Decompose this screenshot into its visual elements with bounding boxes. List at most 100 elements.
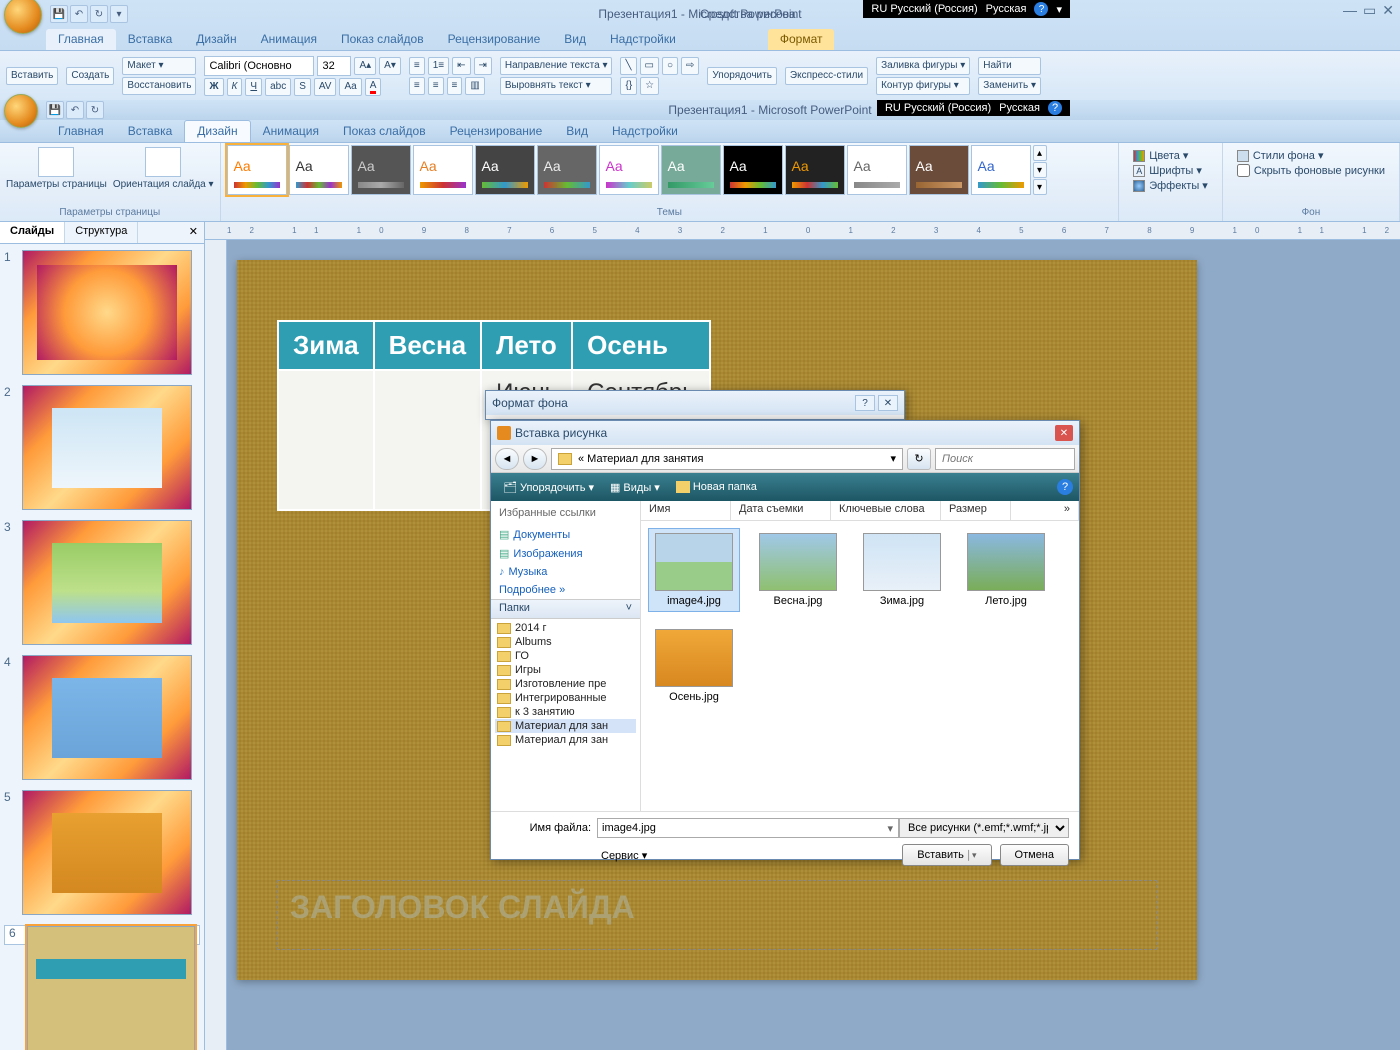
close-icon[interactable]: ✕ [1382, 2, 1394, 19]
file-item[interactable]: image4.jpg [649, 529, 739, 611]
close-icon[interactable]: ✕ [878, 395, 898, 411]
tab-home[interactable]: Главная [46, 29, 116, 50]
tab-review[interactable]: Рецензирование [436, 29, 553, 50]
address-bar[interactable]: « Материал для занятия▾ [551, 448, 903, 470]
views-button[interactable]: ▦Виды ▾ [604, 479, 666, 496]
spacing-icon[interactable]: AV [314, 78, 337, 96]
arrange-button[interactable]: Упорядочить [707, 67, 777, 85]
file-item[interactable]: Зима.jpg [857, 529, 947, 611]
tab2-animation[interactable]: Анимация [251, 121, 331, 142]
theme-item[interactable]: Aa [909, 145, 969, 195]
replace-button[interactable]: Заменить ▾ [978, 77, 1041, 95]
col-name[interactable]: Имя [641, 501, 731, 520]
themes-gallery[interactable]: Aa Aa Aa Aa Aa Aa Aa Aa Aa Aa Aa Aa Aa ▴… [227, 145, 1113, 195]
fonts-button[interactable]: AШрифты ▾ [1133, 164, 1208, 177]
tab-format[interactable]: Формат [768, 29, 835, 50]
effects-button[interactable]: Эффекты ▾ [1133, 179, 1208, 192]
italic-icon[interactable]: К [227, 78, 243, 96]
save-icon[interactable]: 💾 [50, 5, 68, 23]
shape-star-icon[interactable]: ☆ [640, 77, 659, 95]
col-date[interactable]: Дата съемки [731, 501, 831, 520]
tab2-view[interactable]: Вид [554, 121, 600, 142]
indent-dec-icon[interactable]: ⇤ [452, 57, 470, 75]
hide-bg-checkbox[interactable]: Скрыть фоновые рисунки [1237, 164, 1385, 177]
table-cell[interactable] [278, 370, 374, 510]
theme-item[interactable]: Aa [227, 145, 287, 195]
tree-item[interactable]: Материал для зан [495, 719, 636, 733]
tree-item[interactable]: 2014 г [495, 621, 636, 635]
fav-pictures[interactable]: ▤Изображения [499, 544, 632, 563]
maximize-icon[interactable]: ▭ [1363, 2, 1376, 19]
page-setup-button[interactable]: Параметры страницы [6, 145, 107, 190]
slide-thumb[interactable] [22, 520, 192, 645]
theme-item[interactable]: Aa [475, 145, 535, 195]
tree-item[interactable]: Изготовление пре [495, 677, 636, 691]
find-button[interactable]: Найти [978, 57, 1041, 75]
tab2-design[interactable]: Дизайн [184, 120, 250, 142]
shrink-font-icon[interactable]: A▾ [379, 57, 401, 75]
lang-ru[interactable]: RU Русский (Россия) [871, 3, 977, 15]
shape-rect-icon[interactable]: ▭ [640, 57, 659, 75]
theme-item[interactable]: Aa [351, 145, 411, 195]
tree-item[interactable]: Игры [495, 663, 636, 677]
strike-icon[interactable]: abc [265, 78, 291, 96]
tree-item[interactable]: Интегрированные [495, 691, 636, 705]
underline-icon[interactable]: Ч [245, 78, 262, 96]
colors-button[interactable]: Цвета ▾ [1133, 149, 1208, 162]
new-folder-button[interactable]: Новая папка [670, 479, 763, 495]
table-header[interactable]: Осень [572, 321, 710, 370]
shapes-gallery[interactable]: ╲ ▭ ○ ⇨ [620, 57, 699, 75]
gallery-up-icon[interactable]: ▴ [1033, 145, 1047, 161]
tree-item[interactable]: Материал для зан [495, 733, 636, 747]
tools-button[interactable]: Сервис ▾ [601, 849, 647, 862]
filename-dropdown-icon[interactable]: ▾ [887, 822, 893, 835]
minimize-icon[interactable]: — [1343, 2, 1357, 19]
quick-styles-button[interactable]: Экспресс-стили [785, 67, 868, 85]
theme-item[interactable]: Aa [661, 145, 721, 195]
paste-button[interactable]: Вставить [6, 67, 58, 85]
search-input[interactable] [935, 448, 1075, 470]
table-header[interactable]: Зима [278, 321, 374, 370]
shape-oval-icon[interactable]: ○ [662, 57, 678, 75]
slide-thumb[interactable] [22, 385, 192, 510]
tab-addins[interactable]: Надстройки [598, 29, 688, 50]
text-direction-button[interactable]: Направление текста ▾ [500, 57, 613, 75]
shape-arrow-icon[interactable]: ⇨ [681, 57, 699, 75]
forward-icon[interactable]: ► [523, 448, 547, 470]
filename-input[interactable] [597, 818, 899, 838]
font-size-combo[interactable] [317, 56, 351, 76]
shape-more-icon[interactable]: {} [620, 77, 637, 95]
help-icon[interactable]: ? [1034, 2, 1048, 16]
close-icon[interactable]: ✕ [1055, 425, 1073, 441]
align-left-icon[interactable]: ≡ [409, 77, 425, 95]
theme-item[interactable]: Aa [723, 145, 783, 195]
file-item[interactable]: Весна.jpg [753, 529, 843, 611]
tab2-home[interactable]: Главная [46, 121, 116, 142]
organize-button[interactable]: 🗂Упорядочить ▾ [497, 479, 600, 496]
font-combo[interactable] [204, 56, 314, 76]
horizontal-ruler[interactable]: 12 11 10 9 8 7 6 5 4 3 2 1 0 1 2 3 4 5 6… [205, 222, 1400, 240]
theme-item[interactable]: Aa [785, 145, 845, 195]
slide-thumb[interactable] [22, 250, 192, 375]
layout-button[interactable]: Макет ▾ [122, 57, 196, 75]
vertical-ruler[interactable] [205, 240, 227, 1050]
case-icon[interactable]: Aa [339, 78, 361, 96]
slide-thumb[interactable] [27, 926, 195, 1050]
language-bar[interactable]: RU Русский (Россия) Русская ?▾ [863, 0, 1070, 18]
shape-line-icon[interactable]: ╲ [620, 57, 636, 75]
theme-item[interactable]: Aa [847, 145, 907, 195]
help-icon-2[interactable]: ? [1048, 101, 1062, 115]
new-slide-button[interactable]: Создать [66, 67, 114, 85]
align-right-icon[interactable]: ≡ [447, 77, 463, 95]
align-center-icon[interactable]: ≡ [428, 77, 444, 95]
col-keywords[interactable]: Ключевые слова [831, 501, 941, 520]
indent-inc-icon[interactable]: ⇥ [474, 57, 492, 75]
numbering-icon[interactable]: 1≡ [428, 57, 449, 75]
filter-combo[interactable]: Все рисунки (*.emf;*.wmf;*.jpg; [899, 818, 1069, 838]
help-icon[interactable]: ? [1057, 479, 1073, 495]
shadow-icon[interactable]: S [294, 78, 311, 96]
fav-music[interactable]: ♪Музыка [499, 563, 632, 581]
file-grid[interactable]: image4.jpg Весна.jpg Зима.jpg Лето.jpg О… [641, 521, 1079, 811]
format-background-dialog[interactable]: Формат фона ?✕ [485, 390, 905, 420]
tree-item[interactable]: Albums [495, 635, 636, 649]
